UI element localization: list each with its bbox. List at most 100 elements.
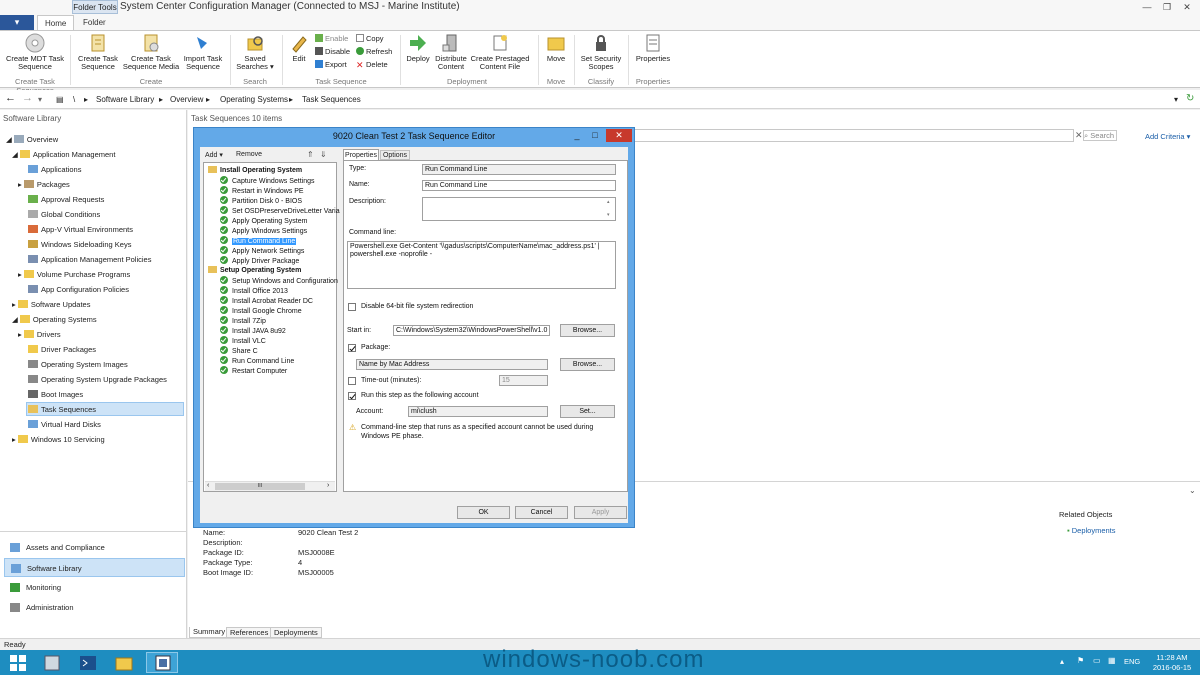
close-icon[interactable]: ✕ [1180,2,1194,13]
command-line-field[interactable]: Powershell.exe Get-Content '\\gadus\scri… [347,241,616,289]
collapse-details-icon[interactable]: ⌄ [1189,486,1196,495]
run-as-account-checkbox[interactable] [348,392,356,400]
copy-button[interactable]: Copy [356,33,384,45]
file-explorer-icon[interactable] [108,652,140,673]
expand-icon[interactable]: ◢ [12,150,20,159]
export-button[interactable]: Export [315,59,347,71]
move-down-icon[interactable]: ⇓ [320,150,327,159]
workspace-assets-compliance[interactable]: Assets and Compliance [4,538,185,557]
create-task-sequence-media-button[interactable]: Create Task Sequence Media [122,33,180,71]
tree-item-windows-10-servicing[interactable]: ▸ Windows 10 Servicing [12,435,105,444]
cancel-button[interactable]: Cancel [515,506,568,519]
step-item[interactable]: Apply Network Settings [220,246,304,255]
expand-icon[interactable]: ◢ [6,135,14,144]
tree-item-task-sequences[interactable]: Task Sequences [28,405,96,414]
tree-item-drivers[interactable]: ▸ Drivers [18,330,61,339]
deployments-link[interactable]: ▪ Deployments [1067,526,1116,535]
network-icon[interactable]: ▦ [1108,656,1116,665]
address-dropdown-icon[interactable]: ▾ [1174,95,1178,104]
saved-searches-button[interactable]: Saved Searches ▾ [234,33,276,71]
tree-item-approval-requests[interactable]: Approval Requests [28,195,104,204]
disable-64bit-checkbox[interactable] [348,303,356,311]
clock-time[interactable]: 11:28 AM [1153,653,1191,662]
move-button[interactable]: Move [542,33,570,63]
step-item[interactable]: Apply Windows Settings [220,226,307,235]
filter-input[interactable] [618,129,1074,142]
remove-button[interactable]: Remove [236,151,262,158]
tree-item-boot-images[interactable]: Boot Images [28,390,83,399]
workspace-administration[interactable]: Administration [4,598,185,617]
description-field[interactable] [422,197,616,221]
configmgr-console-icon[interactable] [146,652,178,673]
move-up-icon[interactable]: ⇑ [307,150,314,159]
scroll-left-icon[interactable]: ‹ [207,482,209,489]
folder-up-icon[interactable]: ▤ [56,95,64,104]
breadcrumb-task-sequences[interactable]: Task Sequences [302,95,361,104]
step-item[interactable]: Install Google Chrome [220,306,302,315]
breadcrumb-software-library[interactable]: Software Library [96,95,154,104]
clock-date[interactable]: 2016-06-15 [1151,663,1193,672]
ok-button[interactable]: OK [457,506,510,519]
set-account-button[interactable]: Set... [560,405,615,418]
create-task-sequence-button[interactable]: Create Task Sequence [76,33,120,71]
add-menu-button[interactable]: Add ▾ [205,151,223,159]
workspace-monitoring[interactable]: Monitoring [4,578,185,597]
step-item-selected[interactable]: Run Command Line [220,236,297,245]
distribute-content-button[interactable]: Distribute Content [432,33,470,71]
start-in-browse-button[interactable]: Browse... [560,324,615,337]
server-manager-icon[interactable] [36,652,68,673]
tray-expand-icon[interactable]: ▴ [1060,657,1064,666]
tab-options[interactable]: Options [380,150,410,160]
delete-button[interactable]: ✕ Delete [356,59,388,71]
forward-icon[interactable]: → [22,92,33,104]
tab-deployments[interactable]: Deployments [270,627,322,638]
step-item[interactable]: Install VLC [220,336,266,345]
tree-item-global-conditions[interactable]: Global Conditions [28,210,100,219]
dialog-maximize-icon[interactable]: □ [587,129,603,142]
tree-item-software-updates[interactable]: ▸ Software Updates [12,300,90,309]
tree-item-os-images[interactable]: Operating System Images [28,360,128,369]
tab-summary[interactable]: Summary [189,627,230,638]
back-icon[interactable]: ← [5,92,16,104]
tree-item-app-config-policies[interactable]: App Configuration Policies [28,285,129,294]
create-prestaged-content-button[interactable]: Create Prestaged Content File [470,33,530,71]
step-item[interactable]: Install Office 2013 [220,286,288,295]
tree-item-virtual-hard-disks[interactable]: Virtual Hard Disks [28,420,101,429]
start-in-field[interactable]: C:\Windows\System32\WindowsPowerShell\v1… [393,325,550,336]
create-mdt-task-sequence-button[interactable]: Create MDT Task Sequence [4,33,66,71]
tree-item-volume-purchase[interactable]: ▸ Volume Purchase Programs [18,270,130,279]
group-setup-os[interactable]: Setup Operating System [208,266,301,274]
file-menu-button[interactable]: ▾ [0,15,34,30]
step-item[interactable]: Install Acrobat Reader DC [220,296,313,305]
step-item[interactable]: Install JAVA 8u92 [220,326,286,335]
tab-home[interactable]: Home [37,15,75,30]
name-field[interactable]: Run Command Line [422,180,616,191]
breadcrumb-root[interactable]: \ [73,95,75,104]
step-item[interactable]: Capture Windows Settings [220,176,314,185]
tree-item-driver-packages[interactable]: Driver Packages [28,345,96,354]
flag-icon[interactable]: ⚑ [1077,656,1084,665]
start-button[interactable] [2,652,34,673]
tree-item-operating-systems[interactable]: ◢ Operating Systems [12,315,97,324]
history-dropdown-icon[interactable]: ▾ [38,95,42,104]
breadcrumb-overview[interactable]: Overview [170,95,203,104]
dialog-minimize-icon[interactable]: _ [569,129,585,142]
expand-icon[interactable]: ◢ [12,315,20,324]
package-checkbox[interactable] [348,344,356,352]
language-indicator[interactable]: ENG [1124,657,1140,666]
step-item[interactable]: Apply Operating System [220,216,307,225]
properties-button[interactable]: Properties [632,33,674,63]
tree-item-os-upgrade-packages[interactable]: Operating System Upgrade Packages [28,375,167,384]
powershell-icon[interactable] [72,652,104,673]
breadcrumb-operating-systems[interactable]: Operating Systems [220,95,288,104]
tab-references[interactable]: References [226,627,273,638]
step-item[interactable]: Partition Disk 0 - BIOS [220,196,302,205]
step-item[interactable]: Setup Windows and Configuration [220,276,338,285]
dialog-close-icon[interactable]: ✕ [606,129,632,142]
tree-item-application-management[interactable]: ◢ Application Management [12,150,115,159]
enable-button[interactable]: Enable [315,33,348,45]
tree-item-applications[interactable]: Applications [28,165,81,174]
deploy-button[interactable]: Deploy [404,33,432,63]
package-browse-button[interactable]: Browse... [560,358,615,371]
apply-button[interactable]: Apply [574,506,627,519]
